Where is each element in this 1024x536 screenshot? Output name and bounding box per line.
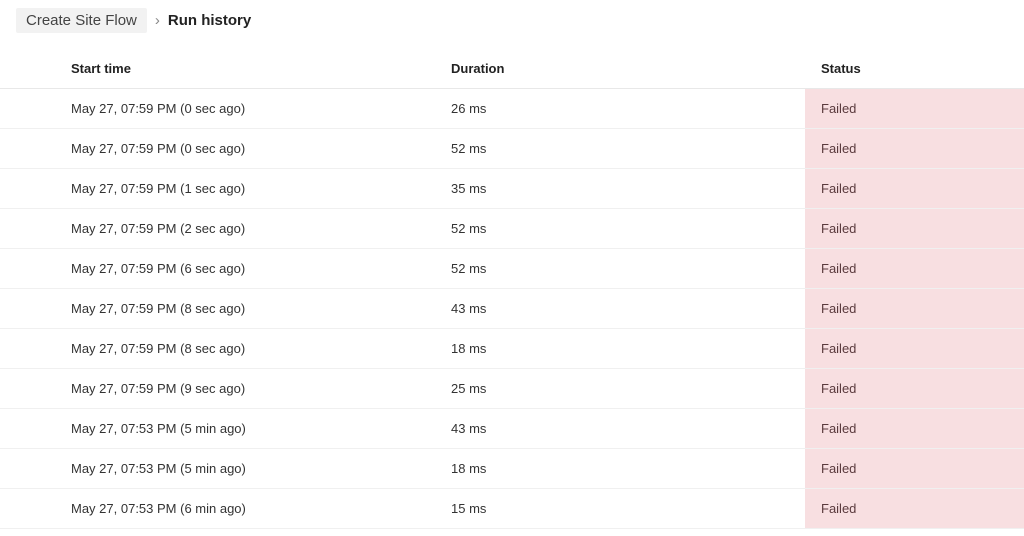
cell-status: Failed bbox=[805, 209, 1024, 248]
header-start-time[interactable]: Start time bbox=[55, 51, 435, 86]
cell-status: Failed bbox=[805, 89, 1024, 128]
cell-duration: 18 ms bbox=[435, 331, 805, 366]
header-duration[interactable]: Duration bbox=[435, 51, 805, 86]
table-row[interactable]: May 27, 07:53 PM (5 min ago)18 msFailed bbox=[0, 449, 1024, 489]
cell-status: Failed bbox=[805, 249, 1024, 288]
table-row[interactable]: May 27, 07:53 PM (6 min ago)15 msFailed bbox=[0, 489, 1024, 529]
cell-start-time: May 27, 07:59 PM (8 sec ago) bbox=[55, 331, 435, 366]
cell-start-time: May 27, 07:59 PM (1 sec ago) bbox=[55, 171, 435, 206]
cell-start-time: May 27, 07:59 PM (6 sec ago) bbox=[55, 251, 435, 286]
cell-duration: 52 ms bbox=[435, 211, 805, 246]
table-row[interactable]: May 27, 07:59 PM (1 sec ago)35 msFailed bbox=[0, 169, 1024, 209]
table-row[interactable]: May 27, 07:59 PM (8 sec ago)43 msFailed bbox=[0, 289, 1024, 329]
cell-start-time: May 27, 07:59 PM (2 sec ago) bbox=[55, 211, 435, 246]
cell-start-time: May 27, 07:53 PM (5 min ago) bbox=[55, 411, 435, 446]
cell-status: Failed bbox=[805, 449, 1024, 488]
cell-status: Failed bbox=[805, 289, 1024, 328]
table-row[interactable]: May 27, 07:59 PM (8 sec ago)18 msFailed bbox=[0, 329, 1024, 369]
cell-start-time: May 27, 07:59 PM (8 sec ago) bbox=[55, 291, 435, 326]
cell-status: Failed bbox=[805, 409, 1024, 448]
breadcrumb-parent[interactable]: Create Site Flow bbox=[16, 8, 147, 33]
cell-duration: 15 ms bbox=[435, 491, 805, 526]
table-row[interactable]: May 27, 07:59 PM (9 sec ago)25 msFailed bbox=[0, 369, 1024, 409]
cell-duration: 26 ms bbox=[435, 91, 805, 126]
table-row[interactable]: May 27, 07:59 PM (6 sec ago)52 msFailed bbox=[0, 249, 1024, 289]
chevron-right-icon: › bbox=[155, 12, 160, 29]
breadcrumb: Create Site Flow › Run history bbox=[0, 0, 1024, 41]
table-header-row: Start time Duration Status bbox=[0, 49, 1024, 89]
cell-start-time: May 27, 07:59 PM (0 sec ago) bbox=[55, 131, 435, 166]
table-row[interactable]: May 27, 07:59 PM (0 sec ago)52 msFailed bbox=[0, 129, 1024, 169]
cell-duration: 35 ms bbox=[435, 171, 805, 206]
cell-duration: 25 ms bbox=[435, 371, 805, 406]
cell-duration: 52 ms bbox=[435, 131, 805, 166]
table-row[interactable]: May 27, 07:53 PM (5 min ago)43 msFailed bbox=[0, 409, 1024, 449]
cell-start-time: May 27, 07:59 PM (9 sec ago) bbox=[55, 371, 435, 406]
table-row[interactable]: May 27, 07:59 PM (2 sec ago)52 msFailed bbox=[0, 209, 1024, 249]
cell-duration: 43 ms bbox=[435, 411, 805, 446]
cell-duration: 52 ms bbox=[435, 251, 805, 286]
cell-status: Failed bbox=[805, 329, 1024, 368]
cell-status: Failed bbox=[805, 489, 1024, 528]
cell-status: Failed bbox=[805, 369, 1024, 408]
run-history-table: Start time Duration Status May 27, 07:59… bbox=[0, 49, 1024, 529]
header-status[interactable]: Status bbox=[805, 51, 1024, 86]
table-row[interactable]: May 27, 07:59 PM (0 sec ago)26 msFailed bbox=[0, 89, 1024, 129]
cell-start-time: May 27, 07:53 PM (6 min ago) bbox=[55, 491, 435, 526]
cell-status: Failed bbox=[805, 169, 1024, 208]
cell-duration: 43 ms bbox=[435, 291, 805, 326]
cell-start-time: May 27, 07:53 PM (5 min ago) bbox=[55, 451, 435, 486]
cell-start-time: May 27, 07:59 PM (0 sec ago) bbox=[55, 91, 435, 126]
breadcrumb-current: Run history bbox=[168, 12, 251, 29]
cell-duration: 18 ms bbox=[435, 451, 805, 486]
cell-status: Failed bbox=[805, 129, 1024, 168]
